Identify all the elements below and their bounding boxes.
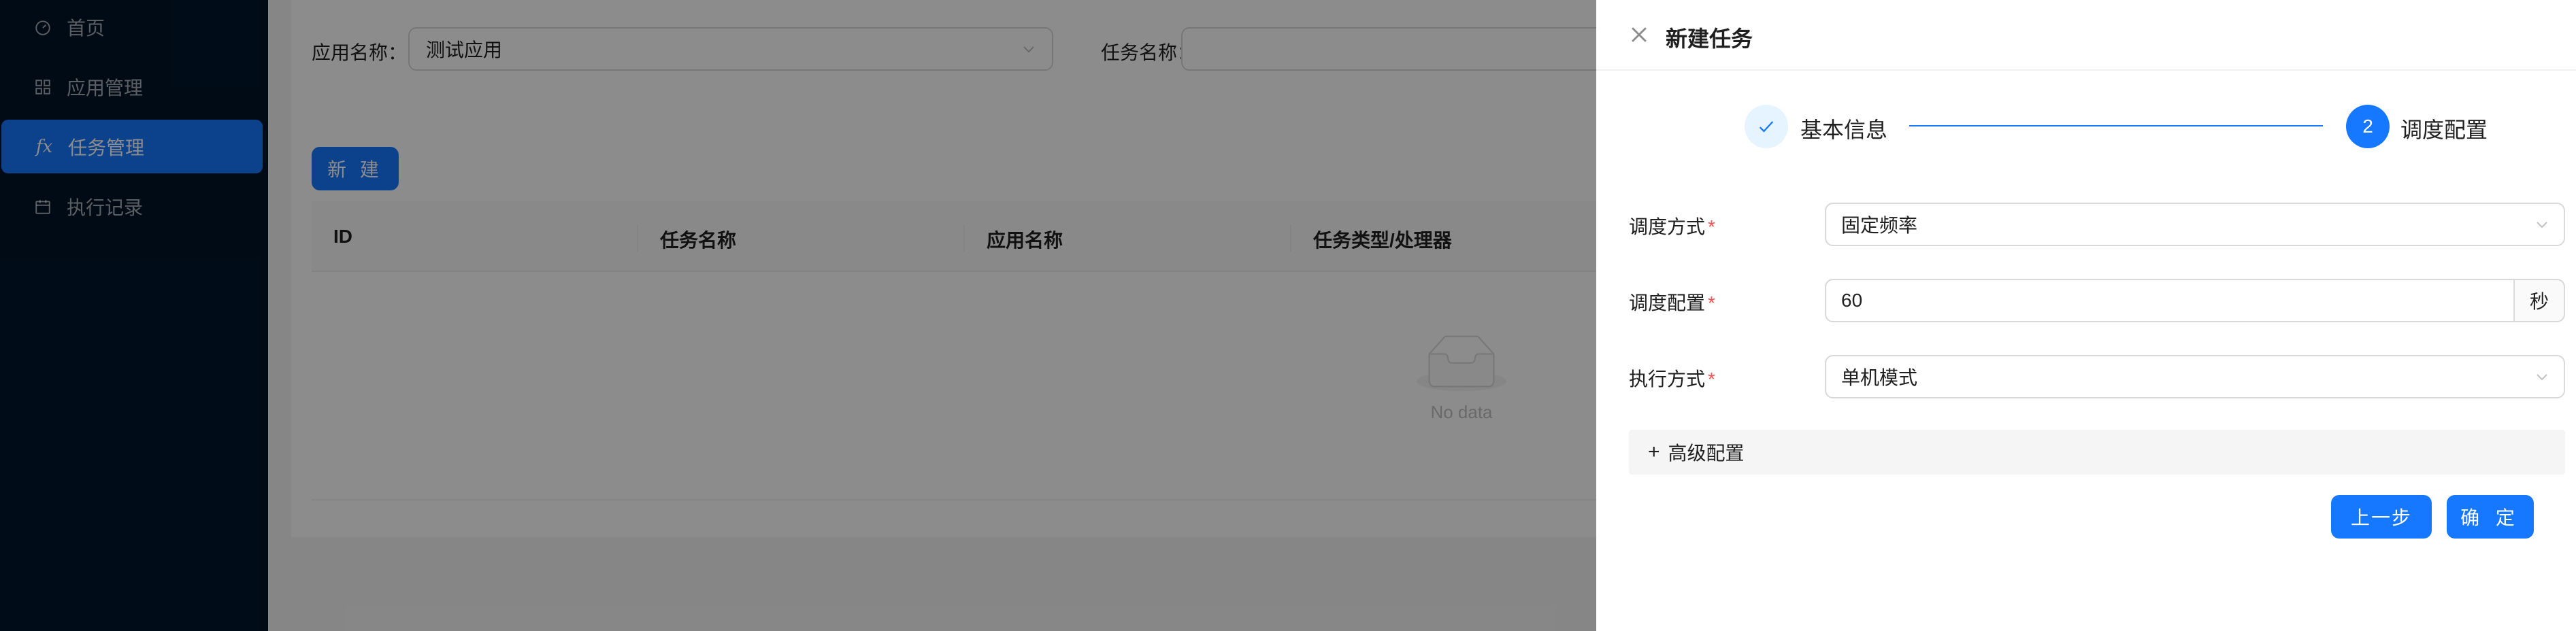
drawer-title: 新建任务 bbox=[1666, 27, 1753, 51]
prev-step-button[interactable]: 上一步 bbox=[2331, 495, 2432, 539]
schedule-config-group: 60 秒 bbox=[1825, 279, 2565, 322]
seconds-unit-addon: 秒 bbox=[2513, 279, 2565, 322]
chevron-down-icon bbox=[2537, 374, 2547, 381]
schedule-type-value: 固定频率 bbox=[1841, 215, 1918, 236]
step-connector bbox=[1909, 125, 2323, 126]
advanced-config-toggle[interactable]: + 高级配置 bbox=[1629, 430, 2565, 475]
close-icon[interactable] bbox=[1628, 23, 1651, 46]
drawer-header: 新建任务 bbox=[1596, 0, 2576, 71]
step-1-title: 基本信息 bbox=[1800, 118, 1888, 142]
confirm-button[interactable]: 确 定 bbox=[2447, 495, 2534, 539]
drawer-mask[interactable] bbox=[0, 0, 1596, 631]
exec-mode-label: 执行方式 * bbox=[1629, 369, 1715, 390]
step-2-title: 调度配置 bbox=[2400, 118, 2488, 142]
exec-mode-select[interactable]: 单机模式 bbox=[1825, 355, 2565, 398]
step-1-icon bbox=[1745, 105, 1788, 148]
check-icon bbox=[1759, 121, 1774, 133]
exec-mode-value: 单机模式 bbox=[1841, 367, 1918, 388]
schedule-type-select[interactable]: 固定频率 bbox=[1825, 203, 2565, 246]
schedule-config-label: 调度配置 * bbox=[1629, 292, 1715, 313]
advanced-config-label: 高级配置 bbox=[1668, 443, 1745, 464]
plus-icon: + bbox=[1648, 441, 1660, 463]
schedule-config-input[interactable]: 60 bbox=[1825, 279, 2515, 322]
chevron-down-icon bbox=[2537, 222, 2547, 228]
step-2-icon: 2 bbox=[2346, 105, 2390, 148]
schedule-type-label: 调度方式 * bbox=[1629, 216, 1715, 237]
new-task-drawer: 新建任务 基本信息 2 调度配置 调度方式 * 固定频率 调度配置 * 60 秒 执… bbox=[1596, 0, 2576, 631]
